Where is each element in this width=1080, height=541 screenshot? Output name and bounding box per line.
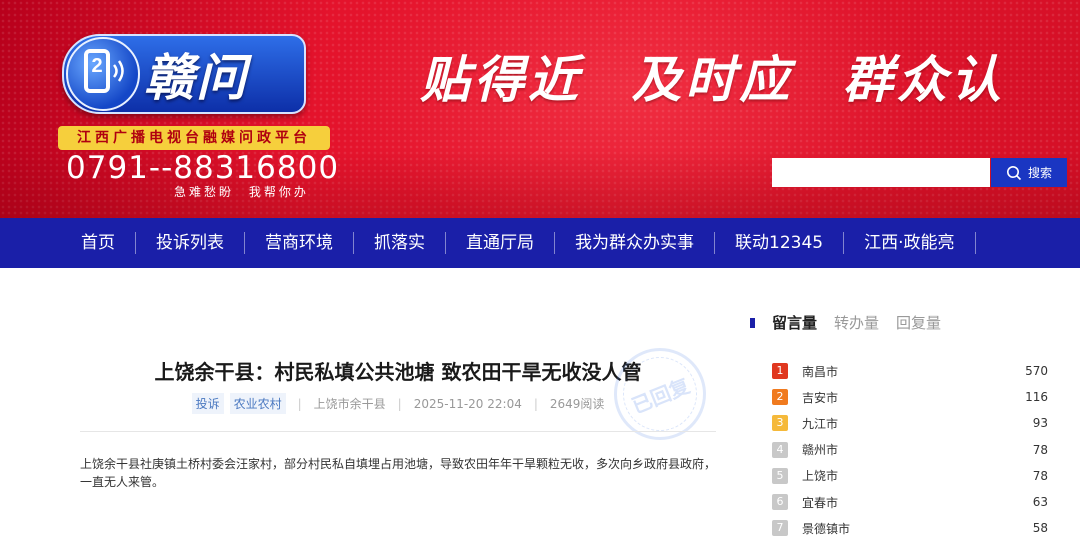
rank-count: 570 xyxy=(1025,364,1048,379)
logo-digit: 2 xyxy=(91,55,103,77)
article-datetime: 2025-11-20 22:04 xyxy=(413,396,522,411)
rank-city: 九江市 xyxy=(802,416,839,431)
rank-count: 58 xyxy=(1032,521,1048,536)
rank-number-badge: 7 xyxy=(772,520,788,537)
tag-agriculture[interactable]: 农业农村 xyxy=(229,393,286,414)
rank-city: 吉安市 xyxy=(802,390,839,405)
slogan-part-1: 贴得近 xyxy=(420,51,582,109)
rank-count: 116 xyxy=(1025,390,1048,405)
rank-count: 78 xyxy=(1032,468,1048,483)
tag-complaint[interactable]: 投诉 xyxy=(191,393,224,414)
replied-stamp: 已回复 xyxy=(600,334,720,454)
nav-implementation[interactable]: 抓落实 xyxy=(354,233,445,253)
ranking-row[interactable]: 3 九江市 93 xyxy=(772,410,1048,436)
slogan-part-3: 群众认 xyxy=(842,51,1005,109)
ranking-row[interactable]: 6 宜春市 63 xyxy=(772,489,1048,515)
header-banner: 2 赣问 江西广播电视台融媒问政平台 0791--88316800 急难愁盼 我… xyxy=(0,0,1080,218)
ranking-row[interactable]: 1 南昌市 570 xyxy=(772,358,1048,384)
nav-divider xyxy=(974,232,976,254)
search-input[interactable] xyxy=(772,158,990,187)
search-button-label: 搜索 xyxy=(1027,166,1052,180)
meta-separator: | xyxy=(297,396,302,411)
rank-city: 南昌市 xyxy=(802,364,839,379)
article-body: 上饶余干县社庚镇土桥村委会汪家村，部分村民私自填埋占用池塘，导致农田年年干旱颗粒… xyxy=(80,457,717,489)
rank-count: 63 xyxy=(1032,495,1048,510)
ranking-row[interactable]: 2 吉安市 116 xyxy=(772,384,1048,410)
logo-name: 赣问 xyxy=(144,49,248,107)
hotline-subtitle: 急难愁盼 我帮你办 xyxy=(174,185,309,199)
ranking-list: 1 南昌市 570 2 吉安市 116 3 九江市 93 4 赣州市 78 5 上饶市 78 6 宜春市 63 7 景… xyxy=(772,358,1048,541)
rank-number-badge: 4 xyxy=(772,441,788,458)
signal-icon xyxy=(112,60,124,82)
search-button[interactable]: 搜索 xyxy=(991,158,1067,187)
article-location: 上饶市余干县 xyxy=(313,397,386,411)
meta-separator: | xyxy=(397,396,402,411)
ranking-row[interactable]: 5 上饶市 78 xyxy=(772,463,1048,489)
rank-number-badge: 5 xyxy=(772,467,788,484)
hotline-number: 0791--88316800 xyxy=(66,150,340,186)
banner-slogan: 贴得近 及时应 群众认 xyxy=(420,40,1033,112)
rank-count: 93 xyxy=(1032,416,1048,431)
nav-home[interactable]: 首页 xyxy=(0,233,135,253)
rank-number-badge: 3 xyxy=(772,415,788,432)
main-nav: 首页 投诉列表 营商环境 抓落实 直通厅局 我为群众办实事 联动12345 江西… xyxy=(0,218,1080,268)
logo-tagline: 江西广播电视台融媒问政平台 xyxy=(58,126,330,150)
nav-direct-bureaus[interactable]: 直通厅局 xyxy=(446,233,554,253)
rank-city: 上饶市 xyxy=(802,469,839,484)
rank-number-badge: 1 xyxy=(772,363,788,380)
ranking-row[interactable]: 4 赣州市 78 xyxy=(772,437,1048,463)
rank-count: 78 xyxy=(1032,442,1048,457)
nav-jiangxi-zhengnengliang[interactable]: 江西·政能亮 xyxy=(844,233,974,253)
nav-practical-things[interactable]: 我为群众办实事 xyxy=(555,233,714,253)
article-reads: 2649阅读 xyxy=(549,397,605,411)
rank-number-badge: 2 xyxy=(772,389,788,406)
nav-linkage-12345[interactable]: 联动12345 xyxy=(715,233,843,253)
rank-number-badge: 6 xyxy=(772,494,788,511)
ranking-marker xyxy=(750,317,755,328)
ranking-row[interactable]: 7 景德镇市 58 xyxy=(772,515,1048,541)
tab-transfer-count[interactable]: 转办量 xyxy=(834,312,879,333)
tab-message-count[interactable]: 留言量 xyxy=(772,312,817,333)
article-divider xyxy=(80,431,716,432)
nav-business-environment[interactable]: 营商环境 xyxy=(245,233,353,253)
nav-complaint-list[interactable]: 投诉列表 xyxy=(136,233,244,253)
rank-city: 宜春市 xyxy=(802,495,839,510)
slogan-part-2: 及时应 xyxy=(631,51,794,109)
meta-separator: | xyxy=(533,396,538,411)
rank-city: 景德镇市 xyxy=(802,521,851,536)
stamp-text: 已回复 xyxy=(628,373,693,418)
rank-city: 赣州市 xyxy=(802,443,839,458)
tab-reply-count[interactable]: 回复量 xyxy=(896,312,941,333)
ranking-tabs: 留言量 转办量 回复量 xyxy=(750,312,941,333)
search-icon xyxy=(1006,165,1022,180)
